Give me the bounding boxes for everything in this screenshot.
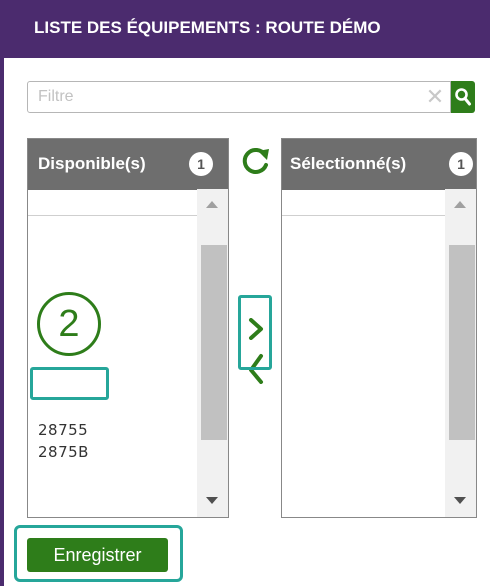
left-border: [0, 0, 4, 586]
scroll-up-arrow-icon[interactable]: [454, 201, 466, 208]
selected-label: Sélectionné(s): [290, 154, 407, 173]
available-items: 28755 2875B: [38, 419, 89, 463]
list-item[interactable]: 2875B: [38, 441, 89, 463]
close-icon[interactable]: ✕: [423, 84, 447, 110]
step-number-marker: 2: [37, 292, 101, 356]
filter-input[interactable]: [27, 81, 451, 113]
scroll-up-arrow-icon[interactable]: [206, 201, 218, 208]
search-icon: [455, 88, 471, 106]
scroll-thumb[interactable]: [449, 245, 475, 440]
list-item[interactable]: 28755: [38, 419, 89, 441]
equipment-list-page: LISTE DES ÉQUIPEMENTS : ROUTE DÉMO ✕ Dis…: [0, 0, 490, 586]
selected-list: [282, 189, 476, 517]
page-header: LISTE DES ÉQUIPEMENTS : ROUTE DÉMO: [0, 0, 490, 58]
available-panel-header: Disponible(s) 1: [28, 139, 228, 190]
page-title: LISTE DES ÉQUIPEMENTS : ROUTE DÉMO: [34, 18, 381, 37]
available-count-badge: 1: [189, 152, 213, 176]
available-label: Disponible(s): [38, 154, 146, 173]
move-buttons-highlight: [238, 295, 272, 370]
refresh-icon[interactable]: [239, 146, 273, 176]
selected-panel-header: Sélectionné(s) 1: [282, 139, 476, 190]
selected-panel: Sélectionné(s) 1: [281, 138, 477, 518]
filter-bar: ✕: [27, 81, 475, 113]
scroll-down-arrow-icon[interactable]: [454, 497, 466, 504]
scroll-down-arrow-icon[interactable]: [206, 497, 218, 504]
save-button[interactable]: Enregistrer: [27, 538, 168, 572]
item-highlight: [30, 367, 109, 400]
scroll-thumb[interactable]: [201, 245, 227, 440]
selected-count-badge: 1: [449, 152, 473, 176]
search-button[interactable]: [451, 81, 475, 113]
selected-scrollbar[interactable]: [445, 189, 476, 517]
available-scrollbar[interactable]: [197, 189, 228, 517]
